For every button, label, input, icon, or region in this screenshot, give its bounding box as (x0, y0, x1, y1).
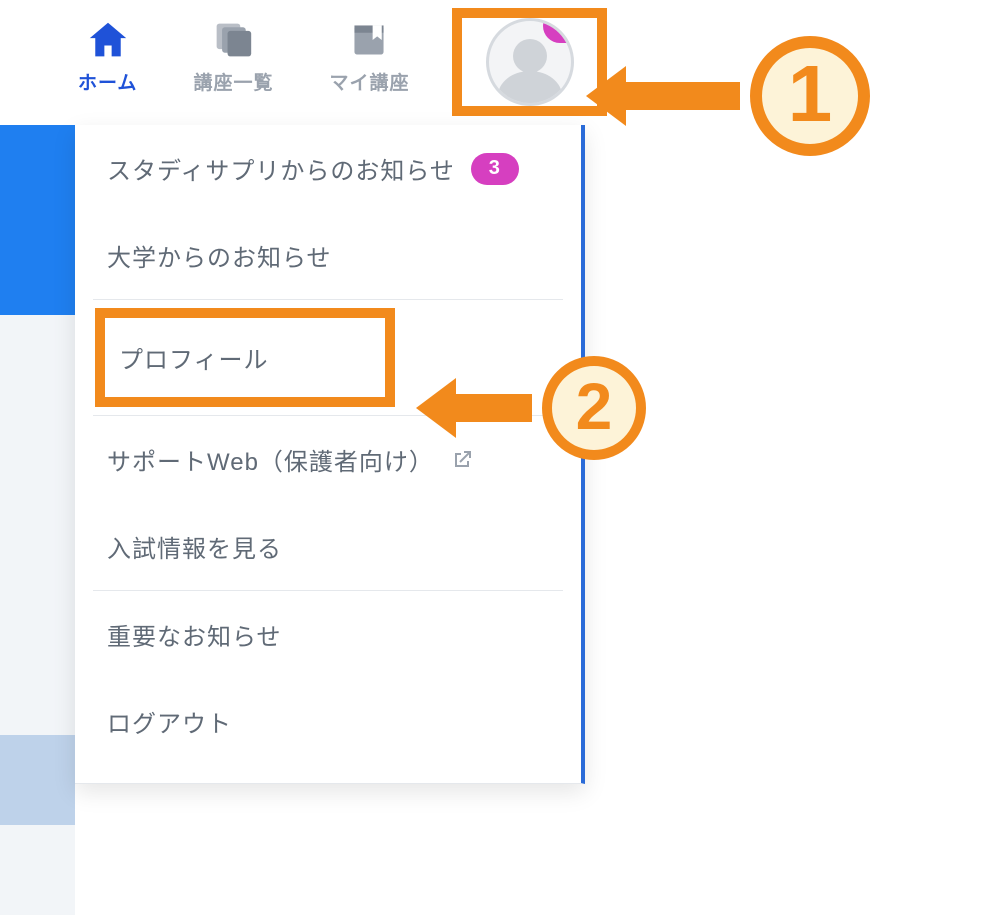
avatar-notification-badge: 3 (543, 18, 574, 43)
home-icon (86, 20, 130, 60)
menu-profile[interactable]: プロフィール (105, 318, 385, 397)
menu-news-university[interactable]: 大学からのお知らせ (75, 212, 581, 299)
bg-strip (0, 125, 75, 315)
nav-mycourse-label: マイ講座 (329, 68, 409, 95)
nav-courses[interactable]: 講座一覧 (193, 20, 273, 95)
nav-mycourse[interactable]: マイ講座 (329, 20, 409, 95)
menu-support-web-label: サポートWeb（保護者向け） (107, 442, 434, 477)
avatar[interactable]: 3 (486, 18, 574, 106)
avatar-body (498, 71, 562, 106)
bg-strip (0, 0, 75, 125)
nav-courses-label: 講座一覧 (193, 68, 273, 95)
annotation-number: 1 (788, 54, 833, 134)
menu-news-app-label: スタディサプリからのお知らせ (107, 151, 455, 186)
menu-news-app[interactable]: スタディサプリからのお知らせ 3 (75, 125, 581, 212)
bg-strip (0, 315, 75, 735)
menu-admissions-label: 入試情報を見る (107, 529, 282, 564)
menu-important-label: 重要なお知らせ (107, 617, 282, 652)
arrow-left-icon (620, 82, 740, 110)
menu-admissions[interactable]: 入試情報を見る (75, 503, 581, 590)
menu-news-app-badge: 3 (471, 153, 519, 185)
annotation-2: 2 (450, 356, 646, 460)
bg-strip (0, 825, 75, 915)
nav-home[interactable]: ホーム (78, 20, 137, 95)
arrow-left-icon (450, 394, 532, 422)
annotation-circle: 1 (750, 36, 870, 156)
nav-home-label: ホーム (78, 68, 137, 95)
bg-strip (0, 735, 75, 825)
left-background (0, 0, 75, 912)
stack-icon (211, 20, 255, 60)
menu-profile-label: プロフィール (119, 340, 269, 375)
annotation-number: 2 (576, 373, 613, 439)
avatar-head (513, 39, 547, 73)
annotation-1: 1 (620, 36, 870, 156)
menu-logout[interactable]: ログアウト (75, 678, 581, 765)
bookmark-book-icon (347, 20, 391, 60)
menu-logout-label: ログアウト (107, 704, 232, 739)
menu-important[interactable]: 重要なお知らせ (75, 591, 581, 678)
avatar-highlight-box: 3 (452, 8, 607, 116)
menu-news-university-label: 大学からのお知らせ (107, 238, 332, 273)
menu-divider (93, 299, 563, 300)
profile-highlight-box: プロフィール (95, 308, 395, 407)
annotation-circle: 2 (542, 356, 646, 460)
top-nav: ホーム 講座一覧 マイ講座 (78, 20, 409, 115)
